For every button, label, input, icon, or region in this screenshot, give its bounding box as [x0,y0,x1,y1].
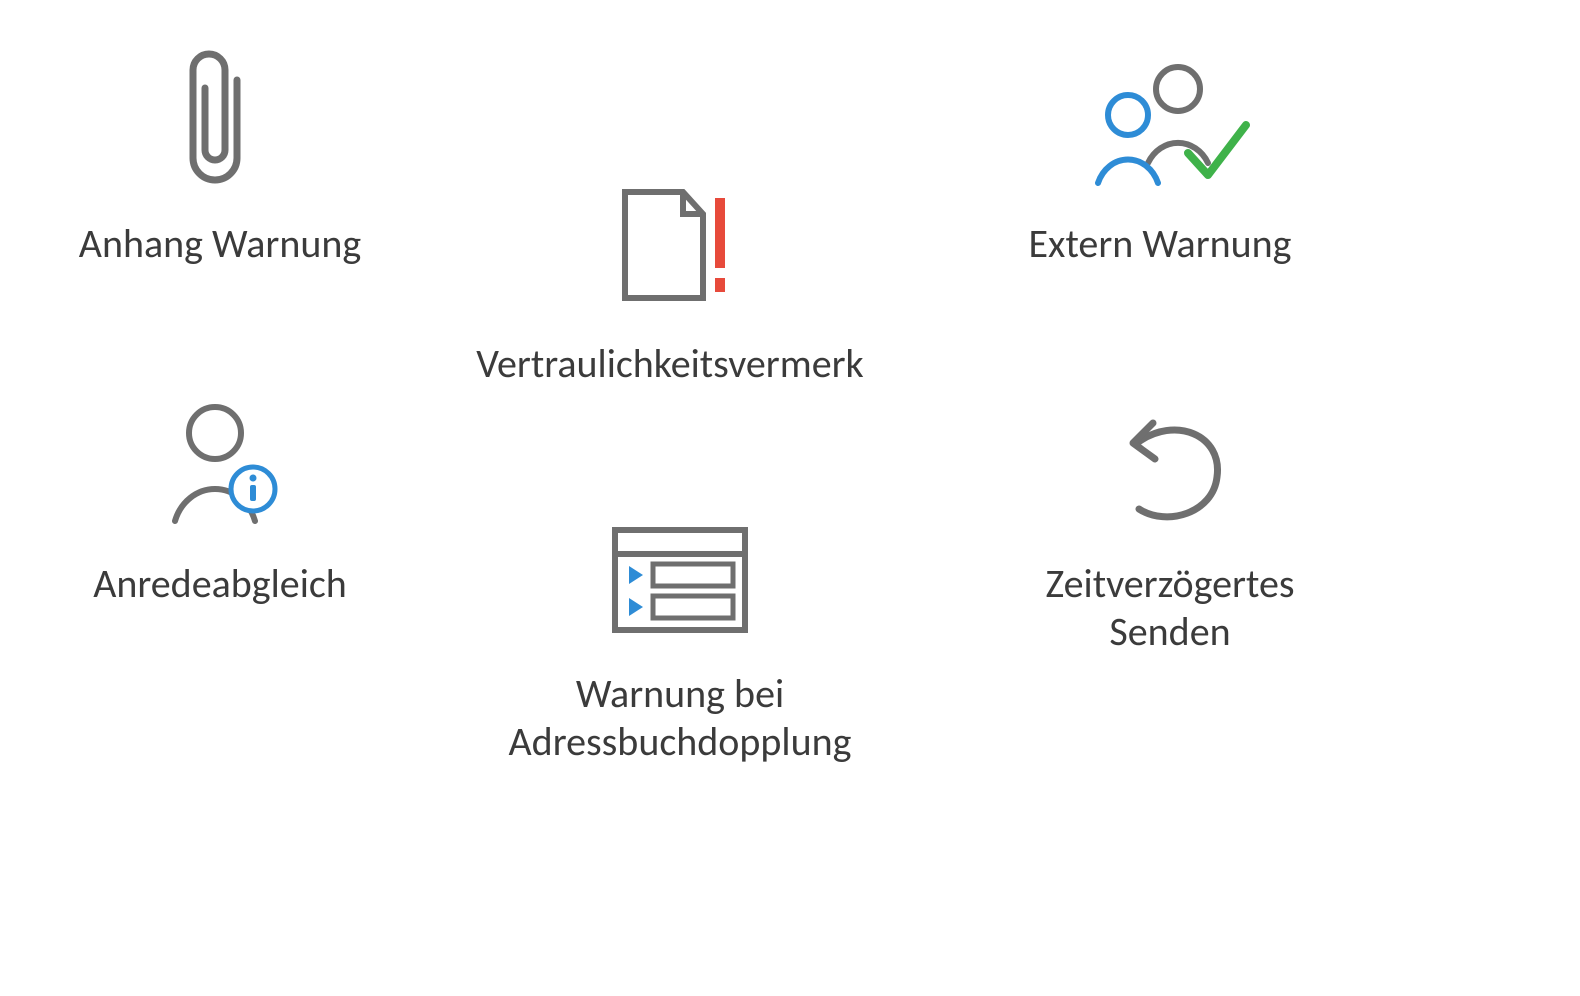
undo-icon [980,400,1360,540]
feature-external-warning[interactable]: Extern Warnung [960,50,1360,268]
feature-delayed-send[interactable]: Zeitverzögertes Senden [980,400,1360,656]
feature-label: Extern Warnung [960,220,1360,268]
feature-label: Vertraulichkeitsvermerk [400,340,940,388]
feature-confidentiality[interactable]: Vertraulichkeitsvermerk [400,170,940,388]
feature-addressbook-dup[interactable]: Warnung bei Adressbuchdopplung [420,510,940,766]
feature-label: Anhang Warnung [30,220,410,268]
feature-attachment-warning[interactable]: Anhang Warnung [30,30,410,268]
feature-salutation-check[interactable]: Anredeabgleich [50,390,390,608]
list-duplicate-icon [420,510,940,650]
paperclip-icon [30,30,410,200]
feature-label: Anredeabgleich [50,560,390,608]
people-check-icon [960,50,1360,200]
feature-label: Warnung bei Adressbuchdopplung [420,670,940,766]
feature-label: Zeitverzögertes Senden [980,560,1360,656]
person-info-icon [50,390,390,540]
feature-grid: Anhang Warnung Vertraulichkeitsvermerk [0,0,1580,996]
document-alert-icon [400,170,940,320]
